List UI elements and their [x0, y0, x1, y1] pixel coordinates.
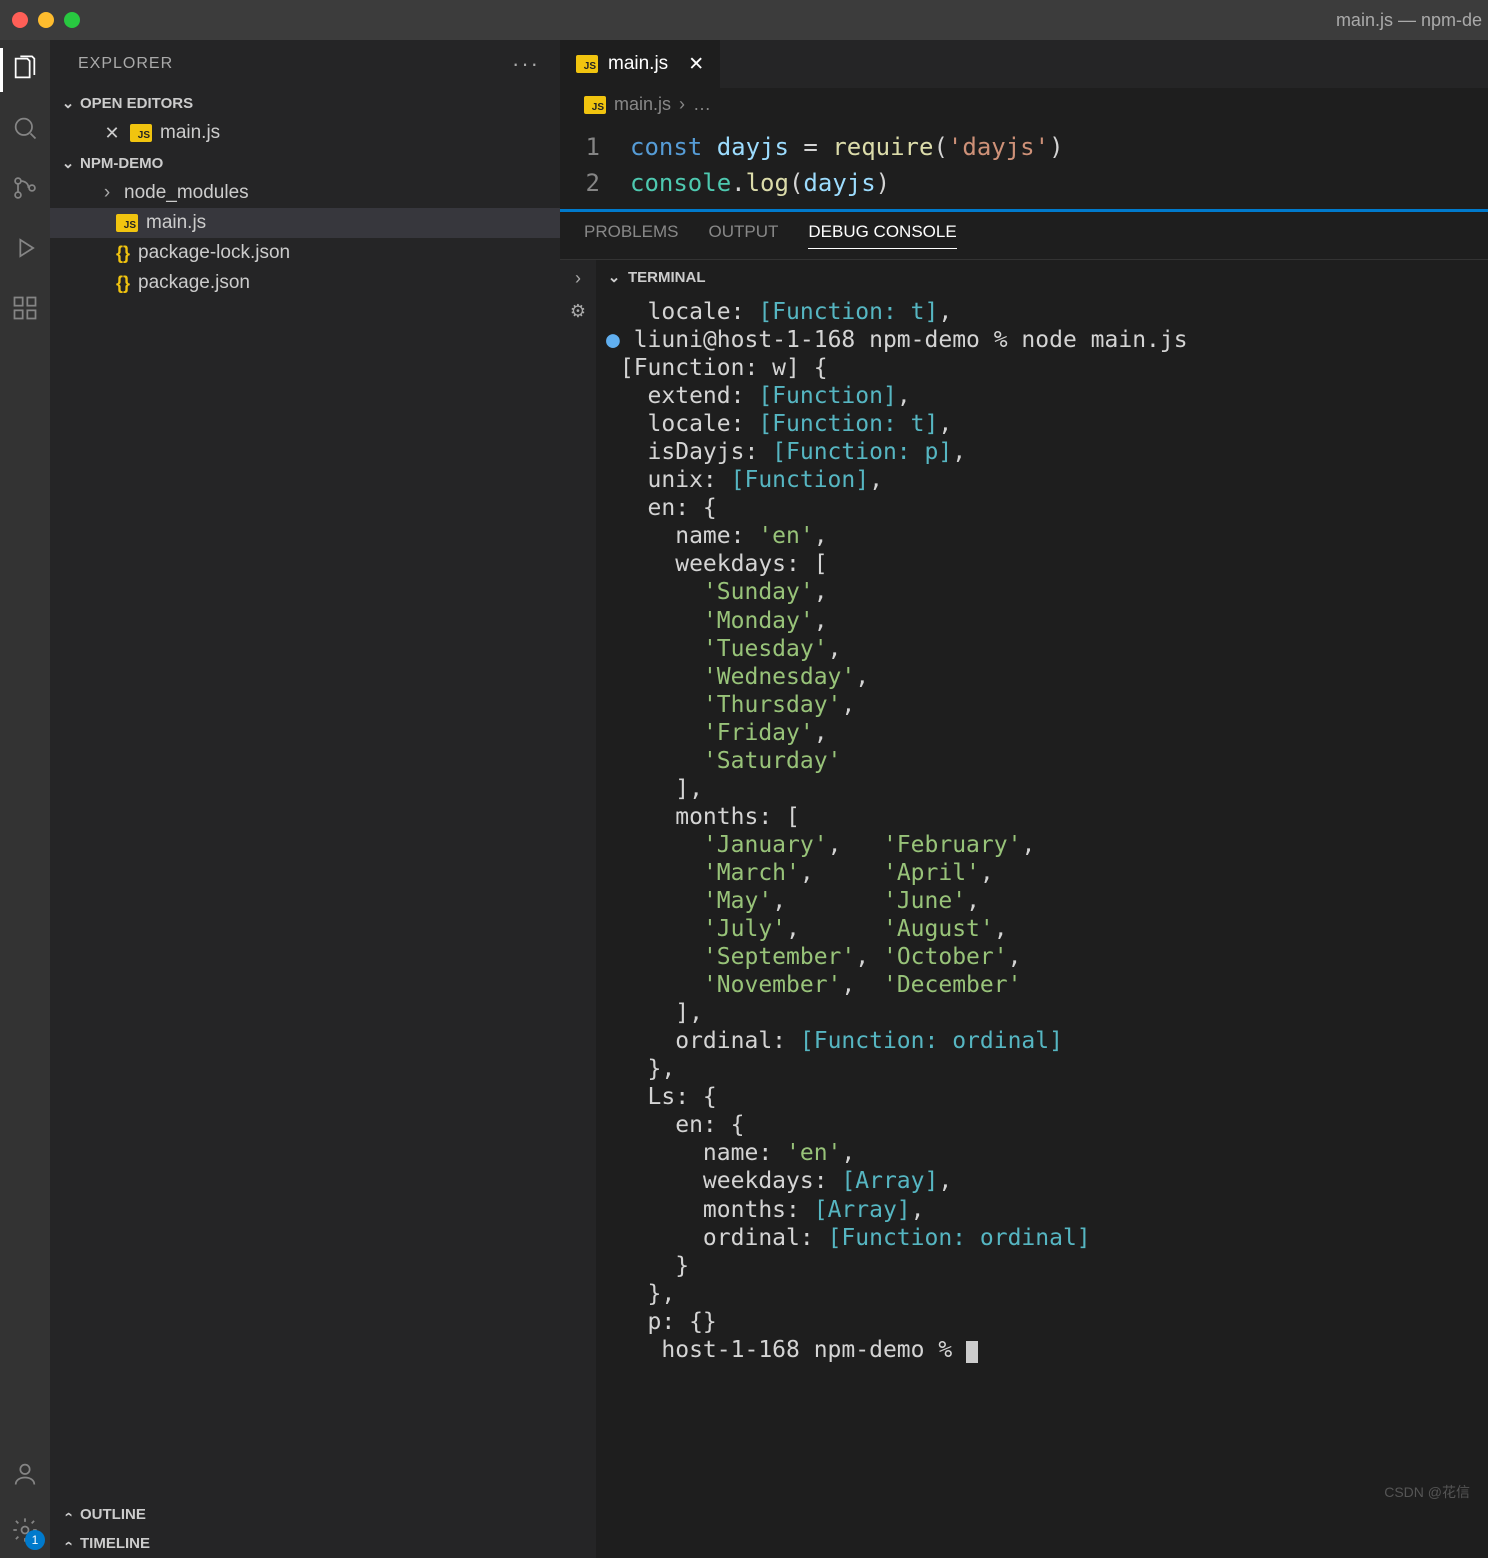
file-tree-item[interactable]: › node_modules: [50, 178, 560, 208]
breadcrumb[interactable]: JS main.js › …: [560, 88, 1488, 121]
panel-tabs: PROBLEMS OUTPUT DEBUG CONSOLE: [560, 212, 1488, 259]
timeline-label: TIMELINE: [80, 1535, 150, 1552]
account-icon[interactable]: [9, 1458, 41, 1490]
js-file-icon: JS: [130, 124, 152, 142]
settings-badge: 1: [25, 1530, 45, 1550]
file-name: main.js: [146, 212, 206, 234]
source-control-icon[interactable]: [9, 172, 41, 204]
run-debug-icon[interactable]: [9, 232, 41, 264]
window-minimize-icon[interactable]: [38, 12, 54, 28]
explorer-title: EXPLORER: [78, 55, 173, 73]
open-editors-label: OPEN EDITORS: [80, 95, 193, 112]
outline-section[interactable]: › OUTLINE: [50, 1500, 560, 1529]
js-file-icon: JS: [576, 55, 598, 73]
chevron-right-icon: ›: [98, 182, 116, 204]
activity-bar: 1: [0, 40, 50, 1558]
panel-gutter: › ⚙: [560, 260, 596, 1558]
window-maximize-icon[interactable]: [64, 12, 80, 28]
file-tree-item[interactable]: JS main.js: [50, 208, 560, 238]
terminal-cursor: [966, 1341, 978, 1363]
chevron-right-icon: ›: [679, 94, 685, 115]
js-file-icon: JS: [116, 214, 138, 232]
file-name: package-lock.json: [138, 242, 290, 264]
editor-area: JS main.js ✕ JS main.js › … 1const dayjs…: [560, 40, 1488, 1558]
close-icon[interactable]: ✕: [102, 123, 122, 144]
watermark: CSDN @花信: [1384, 1482, 1470, 1502]
terminal-output[interactable]: locale: [Function: t],● liuni@host-1-168…: [596, 294, 1488, 1558]
explorer-more-icon[interactable]: ···: [512, 51, 540, 77]
line-number: 2: [560, 165, 630, 201]
terminal-label: TERMINAL: [628, 269, 706, 286]
line-number: 1: [560, 129, 630, 165]
sidebar: EXPLORER ··· ⌄ OPEN EDITORS ✕ JS main.js…: [50, 40, 560, 1558]
window-close-icon[interactable]: [12, 12, 28, 28]
timeline-section[interactable]: › TIMELINE: [50, 1529, 560, 1558]
explorer-icon[interactable]: [9, 52, 41, 84]
search-icon[interactable]: [9, 112, 41, 144]
outline-label: OUTLINE: [80, 1506, 146, 1523]
open-editors-section[interactable]: ⌄ OPEN EDITORS: [50, 88, 560, 118]
file-name: node_modules: [124, 182, 249, 204]
code-editor[interactable]: 1const dayjs = require('dayjs')2console.…: [560, 121, 1488, 209]
chevron-right-icon: ›: [60, 1507, 77, 1523]
settings-small-icon[interactable]: ⚙: [570, 301, 586, 322]
breadcrumb-rest: …: [693, 94, 711, 115]
chevron-down-icon: ⌄: [60, 94, 76, 112]
tab-bar: JS main.js ✕: [560, 40, 1488, 88]
breadcrumb-file: main.js: [614, 94, 671, 115]
file-tree-item[interactable]: {} package.json: [50, 268, 560, 298]
js-file-icon: JS: [584, 96, 606, 114]
chevron-down-icon: ⌄: [606, 268, 622, 286]
json-file-icon: {}: [116, 273, 130, 294]
close-icon[interactable]: ✕: [688, 53, 704, 76]
chevron-right-icon: ›: [60, 1536, 77, 1552]
panel-tab-output[interactable]: OUTPUT: [708, 222, 778, 249]
file-tree-item[interactable]: {} package-lock.json: [50, 238, 560, 268]
titlebar: main.js — npm-de: [0, 0, 1488, 40]
tab-main-js[interactable]: JS main.js ✕: [560, 40, 720, 88]
code-line: 2console.log(dayjs): [560, 165, 1488, 201]
open-editor-item[interactable]: ✕ JS main.js: [50, 118, 560, 148]
chevron-right-icon[interactable]: ›: [575, 268, 581, 289]
tab-label: main.js: [608, 53, 668, 75]
terminal-section[interactable]: ⌄ TERMINAL: [596, 260, 1488, 294]
extensions-icon[interactable]: [9, 292, 41, 324]
folder-section[interactable]: ⌄ NPM-DEMO: [50, 148, 560, 178]
bottom-panel: PROBLEMS OUTPUT DEBUG CONSOLE › ⚙ ⌄ TERMIN…: [560, 212, 1488, 1558]
file-name: package.json: [138, 272, 250, 294]
window-title: main.js — npm-de: [1336, 10, 1488, 31]
panel-tab-debug-console[interactable]: DEBUG CONSOLE: [808, 222, 956, 249]
folder-label: NPM-DEMO: [80, 155, 163, 172]
code-line: 1const dayjs = require('dayjs'): [560, 129, 1488, 165]
settings-icon[interactable]: 1: [9, 1514, 41, 1546]
panel-tab-problems[interactable]: PROBLEMS: [584, 222, 678, 249]
json-file-icon: {}: [116, 243, 130, 264]
open-editor-filename: main.js: [160, 122, 220, 144]
chevron-down-icon: ⌄: [60, 154, 76, 172]
